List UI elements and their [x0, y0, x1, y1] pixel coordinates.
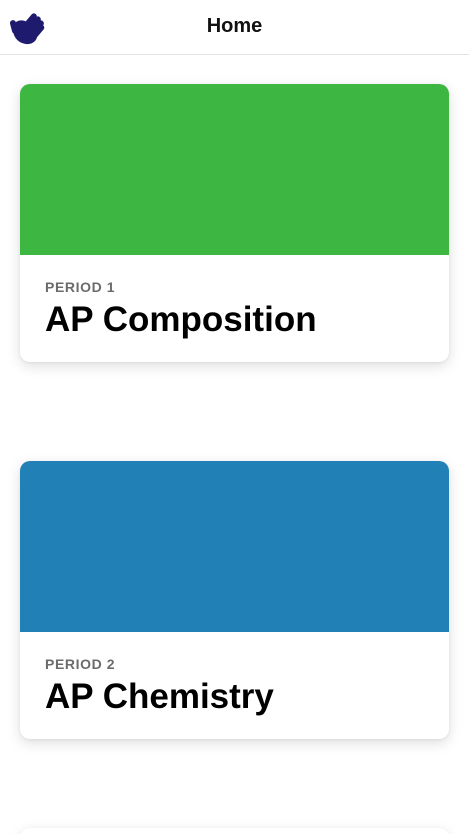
class-name: AP Chemistry [45, 677, 274, 716]
class-card-period-1[interactable]: PERIOD 1 AP Composition [20, 84, 449, 362]
class-card-partial[interactable] [20, 828, 449, 834]
class-card-info: PERIOD 2 AP Chemistry [20, 632, 449, 739]
class-period-label: PERIOD 2 [45, 656, 116, 672]
app-screen: Home PERIOD 1 AP Composition PERIOD 2 AP… [0, 0, 469, 834]
class-period-label: PERIOD 1 [45, 279, 116, 295]
class-card-period-2[interactable]: PERIOD 2 AP Chemistry [20, 461, 449, 739]
class-card-info: PERIOD 1 AP Composition [20, 255, 449, 362]
class-card-banner [20, 84, 449, 255]
class-card-banner [20, 461, 449, 632]
class-name: AP Composition [45, 300, 317, 339]
page-title: Home [206, 15, 263, 37]
top-bar: Home [0, 0, 469, 55]
